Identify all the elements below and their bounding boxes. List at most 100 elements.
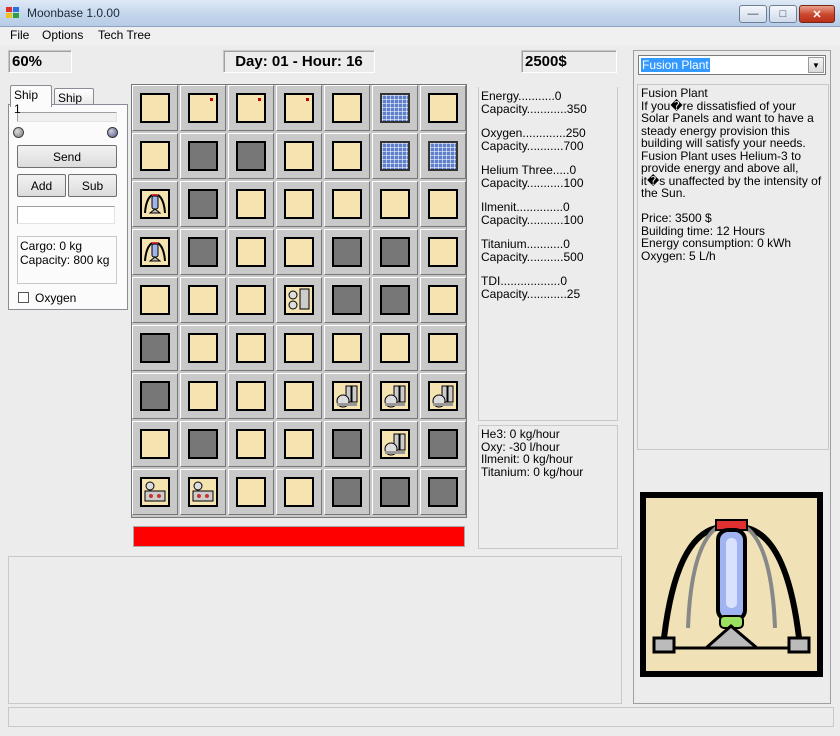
sand-tile [284, 429, 314, 459]
grid-cell[interactable] [372, 421, 418, 467]
sand-tile [284, 237, 314, 267]
cargo-amount-input[interactable] [17, 206, 115, 224]
grid-cell[interactable] [228, 85, 274, 131]
grid-cell[interactable] [420, 421, 466, 467]
menu-file[interactable]: File [10, 28, 29, 42]
chevron-down-icon[interactable]: ▼ [808, 57, 824, 73]
grid-cell[interactable] [276, 421, 322, 467]
grid-cell[interactable] [276, 469, 322, 515]
grid-cell[interactable] [180, 421, 226, 467]
grid-cell[interactable] [324, 133, 370, 179]
sand-tile [236, 333, 266, 363]
grid-cell[interactable] [276, 373, 322, 419]
close-button[interactable]: ✕ [799, 5, 835, 23]
grid-cell[interactable] [132, 469, 178, 515]
grid-cell[interactable] [372, 229, 418, 275]
grid-cell[interactable] [420, 277, 466, 323]
grid-cell[interactable] [180, 229, 226, 275]
grid-cell[interactable] [276, 229, 322, 275]
send-button[interactable]: Send [17, 145, 117, 168]
rate-item: Titanium: 0 kg/hour [481, 464, 584, 479]
grid-cell[interactable] [228, 373, 274, 419]
grid-cell[interactable] [132, 133, 178, 179]
fusion-plant-icon [140, 189, 170, 219]
grid-cell[interactable] [420, 181, 466, 227]
grid-cell[interactable] [324, 325, 370, 371]
grid-cell[interactable] [276, 181, 322, 227]
resource-item: Ilmenit..............0 Capacity..........… [481, 201, 617, 226]
grid-cell[interactable] [324, 85, 370, 131]
grid-cell[interactable] [276, 133, 322, 179]
grid-cell[interactable] [180, 277, 226, 323]
grid-cell[interactable] [324, 469, 370, 515]
grid-cell[interactable] [180, 133, 226, 179]
grid-cell[interactable] [228, 277, 274, 323]
cargo-text: Cargo: 0 kg [20, 239, 83, 253]
grid-cell[interactable] [372, 325, 418, 371]
grid-cell[interactable] [180, 373, 226, 419]
grid-cell[interactable] [228, 133, 274, 179]
building-select[interactable]: Fusion Plant ▼ [638, 55, 826, 75]
time-display: Day: 01 - Hour: 16 [223, 50, 375, 73]
grid-cell[interactable] [420, 229, 466, 275]
maximize-button[interactable]: □ [769, 5, 797, 23]
grid-cell[interactable] [324, 181, 370, 227]
grid-cell[interactable] [180, 85, 226, 131]
grid-cell[interactable] [180, 325, 226, 371]
grid-cell[interactable] [276, 85, 322, 131]
grid-cell[interactable] [372, 277, 418, 323]
resource-amount: Oxygen.............250 [481, 126, 586, 140]
grid-cell[interactable] [276, 325, 322, 371]
tab-ship-1[interactable]: Ship 1 [10, 85, 52, 116]
title-bar[interactable]: Moonbase 1.0.00 — □ ✕ [0, 0, 840, 27]
grid-cell[interactable] [372, 181, 418, 227]
rock-tile [332, 429, 362, 459]
grid-cell[interactable] [132, 85, 178, 131]
grid-cell[interactable] [372, 85, 418, 131]
grid-cell[interactable] [372, 469, 418, 515]
sand-tile [428, 333, 458, 363]
grid-cell[interactable] [420, 325, 466, 371]
grid-cell[interactable] [420, 469, 466, 515]
grid-cell[interactable] [228, 421, 274, 467]
add-button[interactable]: Add [17, 174, 66, 197]
sand-tile [284, 189, 314, 219]
sub-button[interactable]: Sub [68, 174, 117, 197]
menu-options[interactable]: Options [42, 28, 83, 42]
sand-tile [236, 429, 266, 459]
grid-cell[interactable] [324, 229, 370, 275]
grid-cell[interactable] [132, 421, 178, 467]
grid-cell[interactable] [132, 373, 178, 419]
grid-cell[interactable] [372, 373, 418, 419]
resource-amount: Titanium...........0 [481, 237, 570, 251]
menu-tech-tree[interactable]: Tech Tree [98, 28, 151, 42]
resource-capacity: Capacity...........100 [481, 175, 584, 190]
minimize-button[interactable]: — [739, 5, 767, 23]
rock-tile [188, 237, 218, 267]
grid-cell[interactable] [420, 373, 466, 419]
resource-amount: TDI..................0 [481, 274, 568, 288]
grid-cell[interactable] [420, 85, 466, 131]
grid-cell[interactable] [132, 325, 178, 371]
grid-cell[interactable] [228, 229, 274, 275]
grid-cell[interactable] [324, 277, 370, 323]
grid-cell[interactable] [228, 325, 274, 371]
grid-cell[interactable] [372, 133, 418, 179]
grid-cell[interactable] [324, 373, 370, 419]
grid-cell[interactable] [420, 133, 466, 179]
grid-cell[interactable] [228, 469, 274, 515]
grid-cell[interactable] [180, 181, 226, 227]
grid-cell[interactable] [180, 469, 226, 515]
grid-cell[interactable] [324, 421, 370, 467]
grid-cell[interactable] [228, 181, 274, 227]
grid-cell[interactable] [132, 181, 178, 227]
solar-panel-icon [380, 141, 410, 171]
grid-cell[interactable] [276, 277, 322, 323]
grid-cell[interactable] [132, 229, 178, 275]
sand-tile [284, 93, 314, 123]
rock-tile [140, 381, 170, 411]
sand-tile [140, 429, 170, 459]
oxygen-label: Oxygen [35, 291, 77, 305]
oxygen-checkbox[interactable] [18, 292, 29, 303]
grid-cell[interactable] [132, 277, 178, 323]
